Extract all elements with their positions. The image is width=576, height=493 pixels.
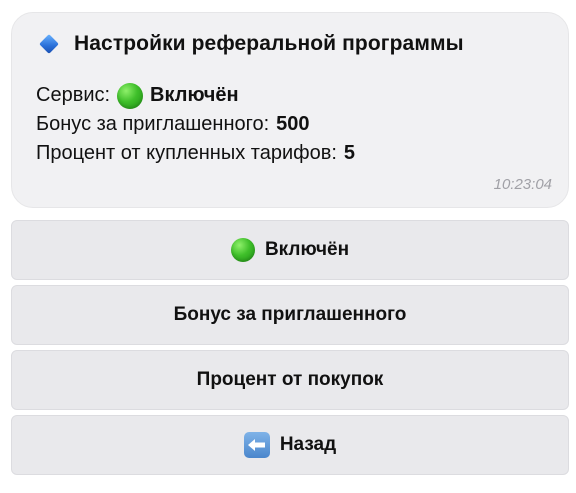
back-arrow-icon bbox=[243, 432, 270, 458]
service-value: Включён bbox=[150, 84, 239, 106]
message-time: 10:23:04 bbox=[493, 176, 552, 193]
green-circle-icon bbox=[230, 238, 255, 262]
chat-page: Настройки реферальной программы Сервис: … bbox=[0, 0, 576, 493]
bonus-button[interactable]: Бонус за приглашенного bbox=[11, 285, 569, 345]
green-circle-icon bbox=[117, 82, 144, 109]
percent-value: 5 bbox=[343, 142, 355, 164]
back-button[interactable]: Назад bbox=[11, 415, 569, 475]
service-label: Сервис: bbox=[36, 84, 111, 106]
message-title-row: Настройки реферальной программы bbox=[36, 27, 544, 61]
blue-diamond-icon bbox=[39, 34, 59, 54]
bonus-label: Бонус за приглашенного: bbox=[36, 113, 270, 135]
message-title: Настройки реферальной программы bbox=[74, 32, 464, 55]
bonus-value: 500 bbox=[276, 113, 310, 135]
bonus-line: Бонус за приглашенного: 500 bbox=[36, 110, 544, 139]
percent-button[interactable]: Процент от покупок bbox=[11, 350, 569, 410]
message-bubble: Настройки реферальной программы Сервис: … bbox=[11, 12, 569, 208]
toggle-service-button[interactable]: Включён bbox=[11, 220, 569, 280]
bonus-button-label: Бонус за приглашенного bbox=[173, 304, 407, 325]
percent-button-label: Процент от покупок bbox=[196, 369, 384, 390]
percent-label: Процент от купленных тарифов: bbox=[36, 142, 337, 164]
percent-line: Процент от купленных тарифов: 5 bbox=[36, 139, 544, 168]
toggle-service-label: Включён bbox=[264, 239, 350, 260]
back-button-label: Назад bbox=[279, 434, 337, 455]
service-line: Сервис: Включён bbox=[36, 81, 544, 110]
